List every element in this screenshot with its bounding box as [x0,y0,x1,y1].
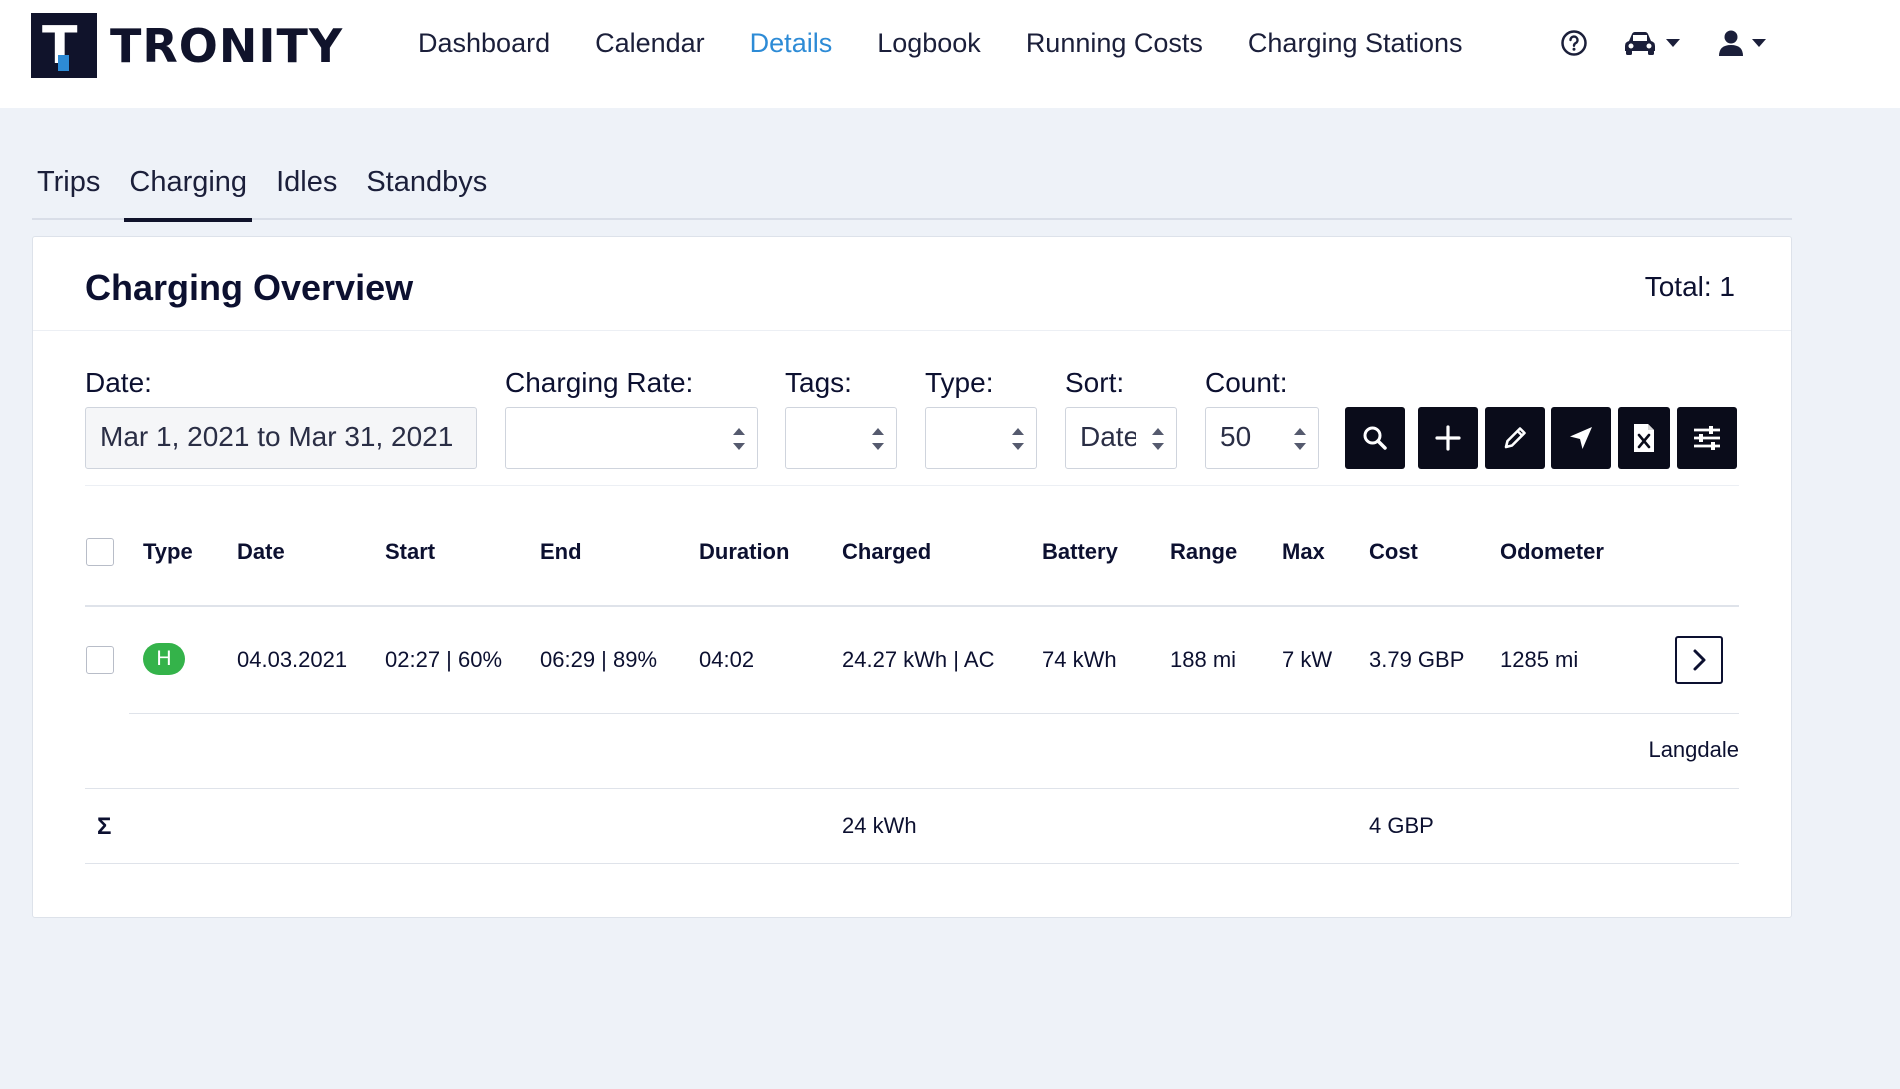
row-end: 06:29 | 89% [540,647,658,672]
chevron-down-icon [1752,39,1766,47]
col-battery[interactable]: Battery [1042,539,1118,565]
tab-idles[interactable]: Idles [271,162,342,220]
charging-overview-card: Charging Overview Total: 1 Date: Chargin… [32,236,1792,918]
card-header: Charging Overview Total: 1 [33,237,1791,331]
user-icon [1719,30,1743,56]
row-max: 7 kW [1282,647,1333,672]
date-range-value: Mar 1, 2021 to Mar 31, 2021 [100,421,454,452]
sliders-icon [1694,426,1720,450]
plus-icon [1435,425,1461,451]
row-start: 02:27 | 60% [385,647,503,672]
tronity-logo[interactable]: T TRONITY [31,13,343,78]
col-start[interactable]: Start [385,539,435,565]
nav-details[interactable]: Details [750,28,833,59]
date-filter-label: Date: [85,367,152,398]
logo-accent [58,55,69,71]
filter-separator [85,485,1739,486]
chevron-right-icon [1693,649,1706,671]
count-value: 50 [1220,421,1252,452]
type-select[interactable] [925,407,1037,469]
sort-value: Date [1080,421,1136,452]
export-excel-button[interactable] [1618,407,1670,469]
row-cost: 3.79 GBP [1369,647,1465,672]
charging-rate-filter-label: Charging Rate: [505,367,694,398]
row-checkbox[interactable] [86,646,114,674]
row-details-button[interactable] [1675,636,1723,684]
sum-cost: 4 GBP [1369,813,1434,838]
search-icon [1363,426,1387,450]
navigate-button[interactable] [1551,407,1611,469]
edit-button[interactable] [1485,407,1545,469]
col-odometer[interactable]: Odometer [1500,539,1604,565]
chevron-down-icon [1666,39,1680,47]
row-location: Langdale [1648,737,1739,762]
location-arrow-icon [1570,427,1592,449]
count-select[interactable]: 50 [1205,407,1319,469]
select-arrows-icon [872,428,884,450]
col-duration[interactable]: Duration [699,539,789,565]
nav-charging-stations[interactable]: Charging Stations [1248,28,1463,59]
tags-filter-label: Tags: [785,367,852,398]
brand-name: TRONITY [110,18,344,73]
totals-divider [85,863,1739,864]
select-arrows-icon [1012,428,1024,450]
details-tabs: Trips Charging Idles Standbys [32,162,1792,222]
tab-charging[interactable]: Charging [124,162,252,222]
tags-select[interactable] [785,407,897,469]
nav-calendar[interactable]: Calendar [595,28,705,59]
main-nav: Dashboard Calendar Details Logbook Runni… [418,26,1508,60]
type-badge: H [143,643,185,675]
help-button[interactable] [1560,29,1588,57]
row-date: 04.03.2021 [237,647,348,672]
user-menu-button[interactable] [1718,29,1766,57]
card-title: Charging Overview [85,267,414,308]
charging-rate-select[interactable] [505,407,758,469]
nav-dashboard[interactable]: Dashboard [418,28,550,59]
top-header: T TRONITY Dashboard Calendar Details Log… [0,0,1900,108]
date-range-input[interactable]: Mar 1, 2021 to Mar 31, 2021 [85,407,477,469]
type-filter-label: Type: [925,367,994,398]
logo-mark: T [31,13,97,78]
sum-symbol: Σ [97,813,112,840]
col-max[interactable]: Max [1282,539,1325,565]
count-filter-label: Count: [1205,367,1288,398]
sort-select[interactable]: Date [1065,407,1177,469]
nav-running-costs[interactable]: Running Costs [1026,28,1203,59]
search-button[interactable] [1345,407,1405,469]
col-charged[interactable]: Charged [842,539,931,565]
row-duration: 04:02 [699,647,755,672]
location-divider [85,788,1739,789]
row-charged: 24.27 kWh | AC [842,647,995,672]
header-icons [1560,26,1766,60]
add-charging-button[interactable] [1418,407,1478,469]
select-all-checkbox[interactable] [86,538,114,566]
col-cost[interactable]: Cost [1369,539,1418,565]
pencil-icon [1504,427,1526,449]
col-date[interactable]: Date [237,539,285,565]
row-odometer: 1285 mi [1500,647,1579,672]
tab-trips[interactable]: Trips [32,162,105,220]
select-arrows-icon [1152,428,1164,450]
header-divider [85,605,1739,607]
col-type[interactable]: Type [143,539,193,565]
row-battery: 74 kWh [1042,647,1117,672]
help-circle-icon [1561,30,1587,56]
tab-standbys[interactable]: Standbys [361,162,492,220]
row-divider [129,713,1739,714]
col-range[interactable]: Range [1170,539,1237,565]
filter-settings-button[interactable] [1677,407,1737,469]
row-range: 188 mi [1170,647,1237,672]
select-arrows-icon [733,428,745,450]
sum-charged: 24 kWh [842,813,917,838]
col-end[interactable]: End [540,539,582,565]
select-arrows-icon [1294,428,1306,450]
total-count: Total: 1 [1644,271,1735,302]
excel-file-icon [1634,424,1654,452]
car-icon [1625,32,1655,55]
vehicle-menu-button[interactable] [1622,29,1680,57]
sort-filter-label: Sort: [1065,367,1125,398]
nav-logbook[interactable]: Logbook [877,28,981,59]
